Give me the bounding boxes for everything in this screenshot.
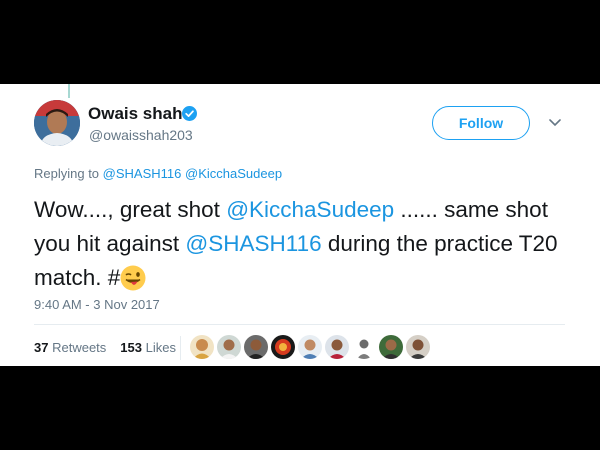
retweets-count: 37	[34, 340, 49, 355]
liker-avatar[interactable]	[271, 335, 295, 359]
reply-mention-shash116[interactable]: @SHASH116	[103, 166, 182, 181]
author-name[interactable]: Owais shah	[88, 104, 182, 124]
liker-avatar[interactable]	[352, 335, 376, 359]
tweet-mention-shash116[interactable]: @SHASH116	[185, 231, 321, 256]
divider	[34, 324, 565, 325]
liker-avatar[interactable]	[190, 335, 214, 359]
chevron-down-icon[interactable]	[549, 118, 561, 127]
retweets-label: Retweets	[52, 340, 107, 355]
reply-mention-kicchasudeep[interactable]: @KicchaSudeep	[185, 166, 282, 181]
winking-face-with-tongue-icon	[120, 265, 146, 291]
likes-label: Likes	[145, 340, 176, 355]
likes-stat[interactable]: 153 Likes	[120, 340, 176, 355]
author-avatar[interactable]	[34, 100, 80, 146]
follow-button[interactable]: Follow	[432, 106, 530, 140]
thread-connector-line	[68, 84, 70, 98]
retweets-stat[interactable]: 37 Retweets	[34, 340, 106, 355]
liker-avatar[interactable]	[406, 335, 430, 359]
liker-avatar[interactable]	[379, 335, 403, 359]
author-handle[interactable]: @owaisshah203	[89, 127, 193, 143]
likes-count: 153	[120, 340, 142, 355]
liker-avatar[interactable]	[325, 335, 349, 359]
reply-context: Replying to @SHASH116 @KicchaSudeep	[34, 166, 282, 181]
liker-avatar[interactable]	[217, 335, 241, 359]
verified-badge-icon	[182, 106, 197, 121]
stats-separator	[180, 336, 181, 360]
tweet-text-part: Wow...., great shot	[34, 197, 227, 222]
liker-avatar[interactable]	[244, 335, 268, 359]
tweet-timestamp[interactable]: 9:40 AM - 3 Nov 2017	[34, 297, 160, 312]
tweet-mention-kicchasudeep[interactable]: @KicchaSudeep	[226, 197, 394, 222]
reply-prefix: Replying to	[34, 166, 100, 181]
liker-avatar[interactable]	[298, 335, 322, 359]
tweet-text: Wow...., great shot @KicchaSudeep ......…	[34, 193, 564, 295]
engagement-stats: 37 Retweets 153 Likes	[34, 340, 176, 355]
